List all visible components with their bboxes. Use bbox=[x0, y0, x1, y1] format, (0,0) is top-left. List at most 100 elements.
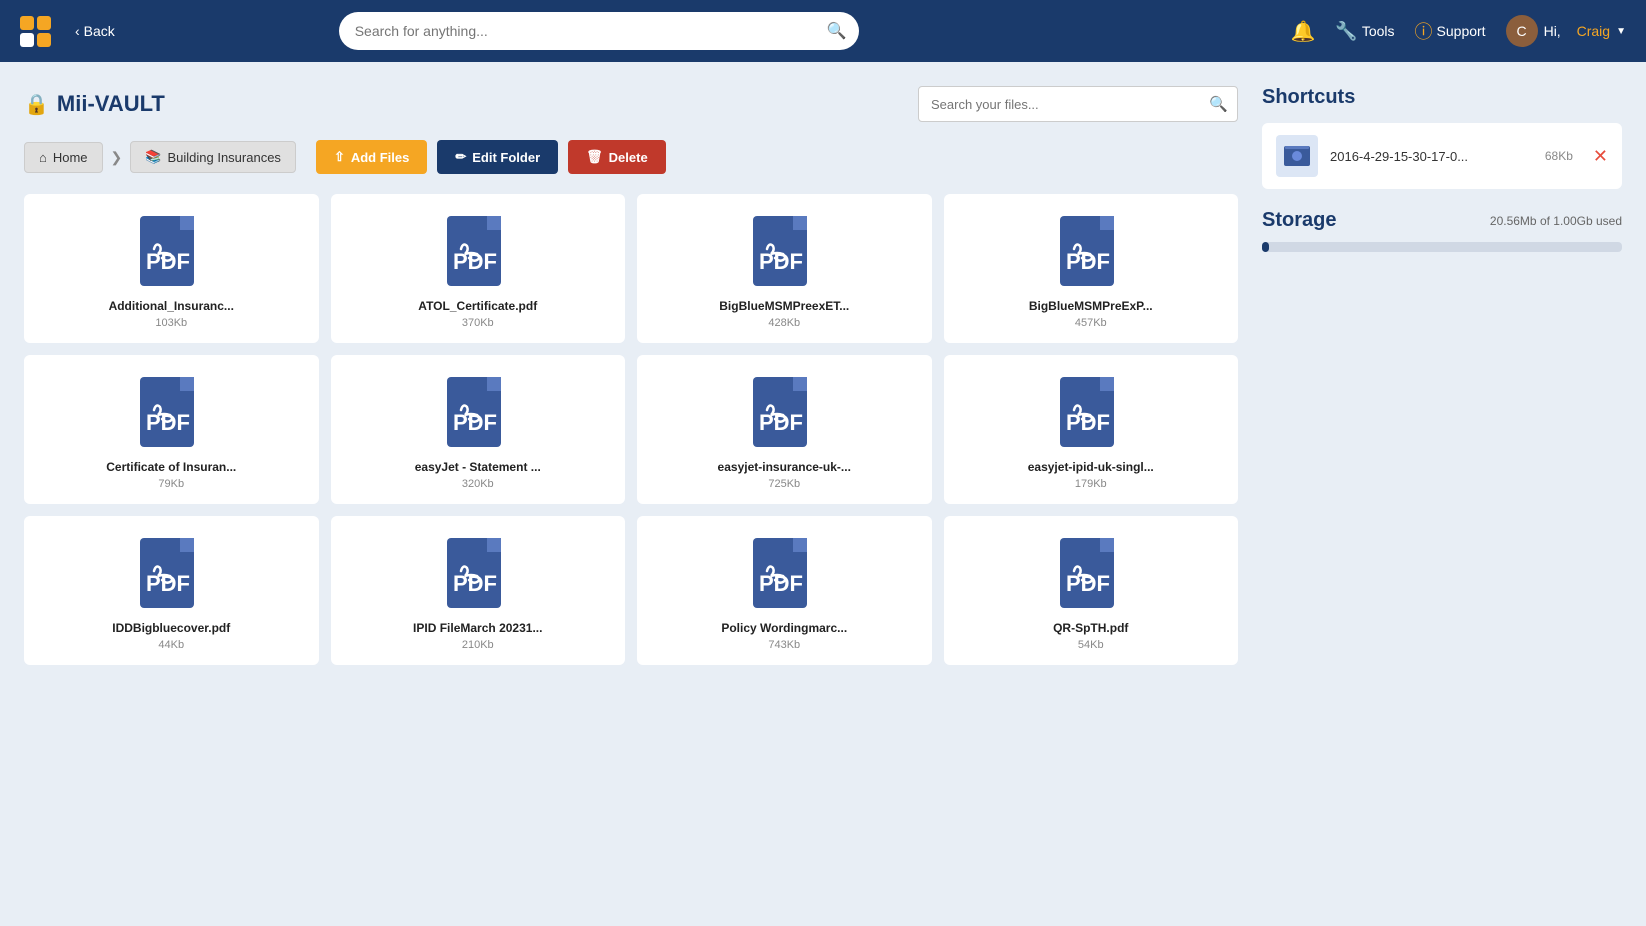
file-size: 79Kb bbox=[158, 478, 184, 490]
back-label: Back bbox=[84, 23, 115, 39]
file-icon: PDF bbox=[443, 536, 513, 621]
notification-bell-icon[interactable]: 🔔 bbox=[1291, 19, 1316, 44]
shortcut-name: 2016-4-29-15-30-17-0... bbox=[1330, 149, 1533, 164]
file-card[interactable]: PDF Policy Wordingmarc... 743Kb bbox=[637, 516, 932, 665]
user-name: Craig bbox=[1577, 23, 1610, 39]
file-card[interactable]: PDF BigBlueMSMPreExP... 457Kb bbox=[944, 194, 1239, 343]
file-size: 179Kb bbox=[1075, 478, 1107, 490]
shortcut-thumbnail bbox=[1276, 135, 1318, 177]
file-icon: PDF bbox=[443, 375, 513, 460]
breadcrumb-home[interactable]: ⌂ Home bbox=[24, 142, 103, 173]
shortcut-size: 68Kb bbox=[1545, 149, 1573, 163]
storage-header: Storage 20.56Mb of 1.00Gb used bbox=[1262, 209, 1622, 232]
file-icon: PDF bbox=[136, 214, 206, 299]
file-card[interactable]: PDF ATOL_Certificate.pdf 370Kb bbox=[331, 194, 626, 343]
lock-icon: 🔒 bbox=[24, 92, 49, 117]
vault-title: 🔒 Mii-VAULT bbox=[24, 91, 165, 117]
edit-icon: ✏ bbox=[455, 149, 466, 165]
file-name: ATOL_Certificate.pdf bbox=[418, 299, 537, 313]
file-size: 457Kb bbox=[1075, 317, 1107, 329]
storage-title: Storage bbox=[1262, 209, 1336, 232]
file-card[interactable]: PDF easyjet-ipid-uk-singl... 179Kb bbox=[944, 355, 1239, 504]
files-search-input[interactable] bbox=[918, 86, 1238, 122]
edit-folder-label: Edit Folder bbox=[472, 150, 540, 165]
file-size: 103Kb bbox=[155, 317, 187, 329]
file-icon: PDF bbox=[1056, 375, 1126, 460]
storage-used-label: 20.56Mb of 1.00Gb used bbox=[1490, 214, 1622, 228]
top-search-icon: 🔍 bbox=[827, 21, 847, 41]
file-icon: PDF bbox=[443, 214, 513, 299]
breadcrumb-current-label: Building Insurances bbox=[167, 150, 280, 165]
file-name: BigBlueMSMPreExP... bbox=[1029, 299, 1153, 313]
user-greeting: Hi, bbox=[1544, 23, 1561, 39]
file-size: 370Kb bbox=[462, 317, 494, 329]
file-name: BigBlueMSMPreexET... bbox=[719, 299, 849, 313]
file-size: 210Kb bbox=[462, 639, 494, 651]
top-nav: ‹ Back 🔍 🔔 🔧 Tools ⓘ Support C Hi, Craig… bbox=[0, 0, 1646, 62]
action-buttons: ⇧ Add Files ✏ Edit Folder 🗑 Delete bbox=[316, 140, 666, 174]
file-name: QR-SpTH.pdf bbox=[1053, 621, 1128, 635]
trash-icon: 🗑 bbox=[586, 149, 603, 165]
delete-button[interactable]: 🗑 Delete bbox=[568, 140, 666, 174]
add-files-button[interactable]: ⇧ Add Files bbox=[316, 140, 427, 174]
file-icon: PDF bbox=[749, 214, 819, 299]
file-name: IPID FileMarch 20231... bbox=[413, 621, 542, 635]
files-search-icon: 🔍 bbox=[1209, 95, 1228, 113]
file-card[interactable]: PDF easyjet-insurance-uk-... 725Kb bbox=[637, 355, 932, 504]
support-label: Support bbox=[1437, 23, 1486, 39]
vault-title-text: Mii-VAULT bbox=[57, 91, 165, 117]
file-size: 54Kb bbox=[1078, 639, 1104, 651]
file-name: Policy Wordingmarc... bbox=[721, 621, 847, 635]
shortcut-close-button[interactable]: ✕ bbox=[1593, 146, 1608, 167]
shortcuts-title: Shortcuts bbox=[1262, 86, 1622, 109]
chevron-left-icon: ‹ bbox=[75, 23, 80, 39]
file-name: easyjet-insurance-uk-... bbox=[718, 460, 851, 474]
file-icon: PDF bbox=[1056, 214, 1126, 299]
nav-right: 🔔 🔧 Tools ⓘ Support C Hi, Craig ▼ bbox=[1291, 15, 1626, 47]
file-icon: PDF bbox=[749, 536, 819, 621]
breadcrumb-row: ⌂ Home ❯ 📚 Building Insurances ⇧ Add Fil… bbox=[24, 140, 1238, 174]
chevron-down-icon: ▼ bbox=[1616, 26, 1626, 37]
file-icon: PDF bbox=[136, 536, 206, 621]
sidebar: Shortcuts 2016-4-29-15-30-17-0... 68Kb ✕… bbox=[1262, 86, 1622, 665]
add-files-label: Add Files bbox=[351, 150, 410, 165]
file-size: 428Kb bbox=[768, 317, 800, 329]
storage-bar-fill bbox=[1262, 242, 1269, 252]
file-size: 320Kb bbox=[462, 478, 494, 490]
edit-folder-button[interactable]: ✏ Edit Folder bbox=[437, 140, 558, 174]
support-button[interactable]: ⓘ Support bbox=[1415, 18, 1486, 44]
user-menu[interactable]: C Hi, Craig ▼ bbox=[1506, 15, 1626, 47]
file-card[interactable]: PDF IDDBigbluecover.pdf 44Kb bbox=[24, 516, 319, 665]
breadcrumb-home-label: Home bbox=[53, 150, 88, 165]
vault-header: 🔒 Mii-VAULT 🔍 bbox=[24, 86, 1238, 122]
tools-label: Tools bbox=[1362, 23, 1395, 39]
upload-icon: ⇧ bbox=[334, 149, 345, 165]
home-icon: ⌂ bbox=[39, 150, 47, 165]
file-card[interactable]: PDF QR-SpTH.pdf 54Kb bbox=[944, 516, 1239, 665]
file-card[interactable]: PDF IPID FileMarch 20231... 210Kb bbox=[331, 516, 626, 665]
back-button[interactable]: ‹ Back bbox=[75, 23, 115, 39]
storage-section: Storage 20.56Mb of 1.00Gb used bbox=[1262, 209, 1622, 252]
top-search-input[interactable] bbox=[339, 12, 859, 50]
file-name: easyjet-ipid-uk-singl... bbox=[1028, 460, 1154, 474]
file-card[interactable]: PDF Certificate of Insuran... 79Kb bbox=[24, 355, 319, 504]
file-grid: PDF Additional_Insuranc... 103Kb PDF ATO… bbox=[24, 194, 1238, 665]
tools-icon: 🔧 bbox=[1335, 21, 1357, 42]
file-card[interactable]: PDF Additional_Insuranc... 103Kb bbox=[24, 194, 319, 343]
file-name: Certificate of Insuran... bbox=[106, 460, 236, 474]
file-name: Additional_Insuranc... bbox=[109, 299, 234, 313]
shortcuts-list: 2016-4-29-15-30-17-0... 68Kb ✕ bbox=[1262, 123, 1622, 189]
files-search-bar: 🔍 bbox=[918, 86, 1238, 122]
main-content: 🔒 Mii-VAULT 🔍 ⌂ Home ❯ 📚 Building Insura… bbox=[0, 62, 1646, 665]
tools-button[interactable]: 🔧 Tools bbox=[1335, 21, 1394, 42]
avatar: C bbox=[1506, 15, 1538, 47]
file-icon: PDF bbox=[749, 375, 819, 460]
file-name: easyJet - Statement ... bbox=[415, 460, 541, 474]
breadcrumb-current[interactable]: 📚 Building Insurances bbox=[130, 141, 296, 173]
file-size: 44Kb bbox=[158, 639, 184, 651]
breadcrumb-chevron-icon: ❯ bbox=[111, 149, 123, 166]
support-icon: ⓘ bbox=[1415, 18, 1433, 44]
app-logo bbox=[20, 16, 51, 47]
file-card[interactable]: PDF BigBlueMSMPreexET... 428Kb bbox=[637, 194, 932, 343]
file-card[interactable]: PDF easyJet - Statement ... 320Kb bbox=[331, 355, 626, 504]
